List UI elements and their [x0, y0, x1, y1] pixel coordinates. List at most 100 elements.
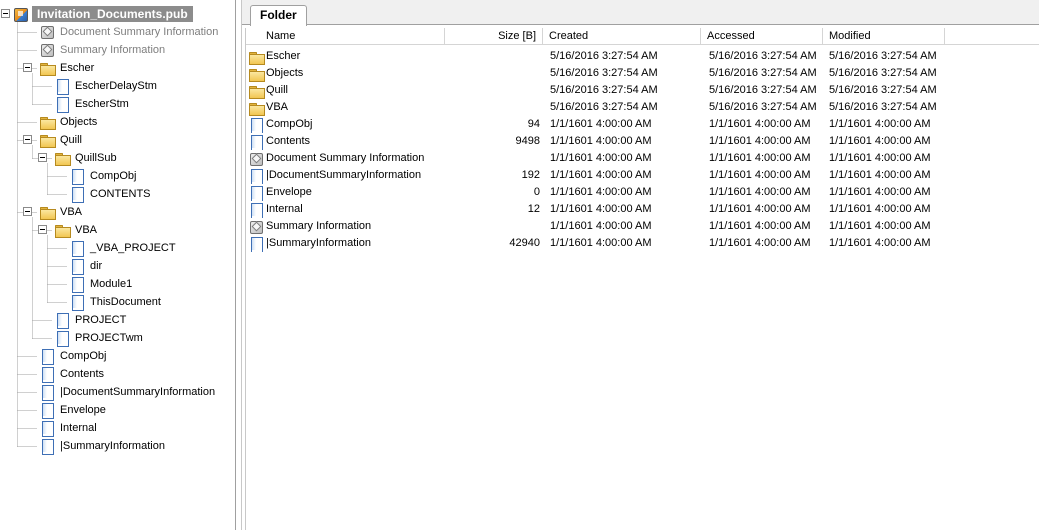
tree-item-label: VBA	[58, 204, 84, 220]
cell-modified: 1/1/1601 4:00:00 AM	[823, 218, 945, 235]
tree-item[interactable]: PROJECTwm	[54, 329, 145, 347]
collapse-toggle-icon[interactable]	[1, 9, 10, 18]
collapse-toggle-icon[interactable]	[23, 207, 32, 216]
tree-item[interactable]: VBA	[39, 203, 84, 221]
tree-item[interactable]: CONTENTS	[69, 185, 153, 203]
cell-name: Internal	[246, 201, 445, 218]
tree-item[interactable]: Summary Information	[39, 41, 167, 59]
tree-item[interactable]: dir	[69, 257, 104, 275]
cell-name: |SummaryInformation	[246, 235, 445, 252]
tree-item[interactable]: PROJECT	[54, 311, 128, 329]
cell-accessed: 5/16/2016 3:27:54 AM	[701, 48, 823, 65]
collapse-toggle-icon[interactable]	[38, 225, 47, 234]
tree-item-label: EscherDelayStm	[73, 78, 159, 94]
cell-name-label: Summary Information	[266, 218, 371, 235]
file-row[interactable]: Escher 5/16/2016 3:27:54 AM 5/16/2016 3:27…	[246, 48, 1039, 65]
cell-name: Objects	[246, 65, 445, 82]
cell-name-label: |SummaryInformation	[266, 235, 371, 252]
tree-item[interactable]: |DocumentSummaryInformation	[39, 383, 217, 401]
folder-icon	[39, 114, 55, 130]
document-icon	[54, 78, 70, 94]
tree-root-node[interactable]: Invitation_Documents.pub	[13, 5, 193, 23]
cell-accessed: 1/1/1601 4:00:00 AM	[701, 184, 823, 201]
cell-created: 5/16/2016 3:27:54 AM	[543, 99, 701, 116]
file-list[interactable]: Name Size [B] Created Accessed Modified …	[245, 28, 1039, 530]
document-icon	[39, 438, 55, 454]
file-row[interactable]: Envelope 0 1/1/1601 4:00:00 AM 1/1/1601 4:0…	[246, 184, 1039, 201]
tree-item[interactable]: |SummaryInformation	[39, 437, 167, 455]
folder-icon	[54, 222, 70, 238]
cell-size	[445, 65, 543, 82]
tree-item-label: PROJECTwm	[73, 330, 145, 346]
column-created[interactable]: Created	[543, 28, 701, 45]
tree-item-label: Objects	[58, 114, 99, 130]
file-row[interactable]: Objects 5/16/2016 3:27:54 AM 5/16/2016 3:2…	[246, 65, 1039, 82]
cell-modified: 1/1/1601 4:00:00 AM	[823, 167, 945, 184]
document-icon	[248, 117, 264, 133]
tree-item[interactable]: Escher	[39, 59, 96, 77]
cell-accessed: 5/16/2016 3:27:54 AM	[701, 65, 823, 82]
file-row[interactable]: Summary Information 1/1/1601 4:00:00 AM 1/…	[246, 218, 1039, 235]
cell-created: 1/1/1601 4:00:00 AM	[543, 150, 701, 167]
cell-size: 94	[445, 116, 543, 133]
document-icon	[39, 402, 55, 418]
tree-root-label: Invitation_Documents.pub	[32, 6, 193, 22]
storage-tree[interactable]: Invitation_Documents.pub Document Summary…	[0, 0, 236, 530]
column-accessed[interactable]: Accessed	[701, 28, 823, 45]
document-icon	[248, 236, 264, 252]
tree-item[interactable]: CompObj	[69, 167, 138, 185]
column-header: Name Size [B] Created Accessed Modified	[246, 28, 1039, 45]
file-row[interactable]: VBA 5/16/2016 3:27:54 AM 5/16/2016 3:27:54…	[246, 99, 1039, 116]
file-row[interactable]: Document Summary Information 1/1/1601 4:0…	[246, 150, 1039, 167]
tree-item[interactable]: VBA	[54, 221, 99, 239]
document-icon	[248, 202, 264, 218]
document-icon	[248, 134, 264, 150]
file-row[interactable]: |SummaryInformation 42940 1/1/1601 4:00:00…	[246, 235, 1039, 252]
tree-item[interactable]: CompObj	[39, 347, 108, 365]
cell-modified: 5/16/2016 3:27:54 AM	[823, 99, 945, 116]
tree-item[interactable]: QuillSub	[54, 149, 119, 167]
cell-accessed: 1/1/1601 4:00:00 AM	[701, 235, 823, 252]
tree-item-label: CompObj	[58, 348, 108, 364]
file-row[interactable]: Internal 12 1/1/1601 4:00:00 AM 1/1/1601 4…	[246, 201, 1039, 218]
file-row[interactable]: Quill 5/16/2016 3:27:54 AM 5/16/2016 3:27:…	[246, 82, 1039, 99]
column-modified[interactable]: Modified	[823, 28, 945, 45]
property-set-icon	[39, 42, 55, 58]
tree-item-label: EscherStm	[73, 96, 131, 112]
cell-size: 192	[445, 167, 543, 184]
tree-item[interactable]: ThisDocument	[69, 293, 163, 311]
cell-accessed: 5/16/2016 3:27:54 AM	[701, 99, 823, 116]
tree-item[interactable]: Internal	[39, 419, 99, 437]
collapse-toggle-icon[interactable]	[38, 153, 47, 162]
tree-item[interactable]: EscherDelayStm	[54, 77, 159, 95]
column-size[interactable]: Size [B]	[445, 28, 543, 45]
document-icon	[69, 294, 85, 310]
document-icon	[69, 240, 85, 256]
tree-item[interactable]: _VBA_PROJECT	[69, 239, 178, 257]
tree-item[interactable]: Document Summary Information	[39, 23, 220, 41]
cell-size	[445, 99, 543, 116]
document-icon	[39, 384, 55, 400]
file-row[interactable]: CompObj 94 1/1/1601 4:00:00 AM 1/1/1601 4:…	[246, 116, 1039, 133]
column-name[interactable]: Name	[246, 28, 445, 45]
tab-folder[interactable]: Folder	[250, 5, 307, 26]
collapse-toggle-icon[interactable]	[23, 63, 32, 72]
tree-item[interactable]: Module1	[69, 275, 134, 293]
folder-view: Folder Name Size [B] Created Accessed Mo…	[241, 0, 1039, 530]
tree-item[interactable]: Quill	[39, 131, 84, 149]
tree-item[interactable]: EscherStm	[54, 95, 131, 113]
tree-item-label: Quill	[58, 132, 84, 148]
collapse-toggle-icon[interactable]	[23, 135, 32, 144]
tab-strip: Folder	[242, 0, 1039, 25]
tree-item[interactable]: Objects	[39, 113, 99, 131]
tree-item[interactable]: Envelope	[39, 401, 108, 419]
file-row[interactable]: |DocumentSummaryInformation 192 1/1/1601 4…	[246, 167, 1039, 184]
compound-file-icon	[13, 6, 29, 22]
cell-name: VBA	[246, 99, 445, 116]
cell-name-label: Document Summary Information	[266, 150, 424, 167]
tree-item[interactable]: Contents	[39, 365, 106, 383]
cell-accessed: 1/1/1601 4:00:00 AM	[701, 167, 823, 184]
cell-accessed: 1/1/1601 4:00:00 AM	[701, 218, 823, 235]
cell-size: 0	[445, 184, 543, 201]
file-row[interactable]: Contents 9498 1/1/1601 4:00:00 AM 1/1/1601 …	[246, 133, 1039, 150]
